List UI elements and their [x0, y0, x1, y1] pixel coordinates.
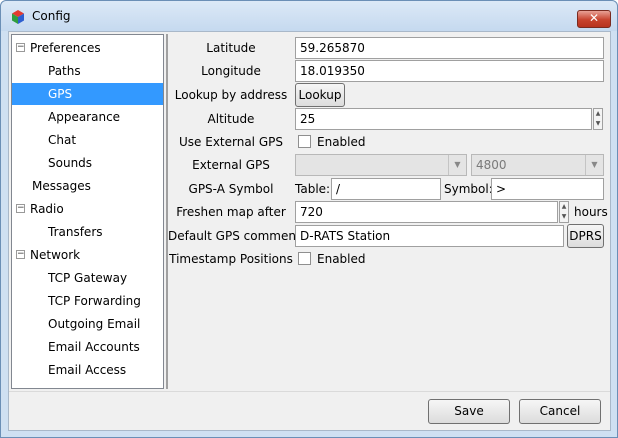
- timestamp-checkbox[interactable]: [298, 252, 311, 265]
- latitude-input[interactable]: 59.265870: [295, 37, 604, 59]
- gps-settings-form: Latitude 59.265870 Longitude 18.019350 L…: [168, 34, 608, 389]
- tree-item-label: Preferences: [30, 41, 101, 55]
- lookup-label: Lookup by address: [174, 88, 288, 102]
- tree-item-label: Transfers: [48, 225, 103, 239]
- tree-item-messages[interactable]: Messages: [32, 175, 163, 197]
- app-icon: [12, 10, 24, 24]
- tree-item-label: Radio: [30, 202, 64, 216]
- collapse-icon[interactable]: −: [16, 43, 25, 52]
- timestamp-check-label[interactable]: Enabled: [317, 248, 366, 270]
- window-title: Config: [32, 9, 71, 23]
- freshen-label: Freshen map after: [176, 205, 286, 219]
- symbol-input[interactable]: >: [491, 178, 604, 200]
- tree-item-radio[interactable]: Radio: [30, 198, 163, 220]
- tree-item-tcp-forwarding[interactable]: TCP Forwarding: [48, 290, 163, 312]
- tree-item-label: Paths: [48, 64, 81, 78]
- tree-item-email-accounts[interactable]: Email Accounts: [48, 336, 163, 358]
- spin-down-icon[interactable]: ▼: [594, 119, 602, 129]
- timestamp-label: Timestamp Positions: [169, 252, 293, 266]
- gps-symbol-label: GPS-A Symbol: [188, 182, 274, 196]
- tree-item-label: TCP Forwarding: [48, 294, 141, 308]
- tree-item-label: Network: [30, 248, 81, 262]
- external-gps-label: External GPS: [192, 158, 270, 172]
- tree-item-label: TCP Gateway: [48, 271, 128, 285]
- tree-item-network[interactable]: Network: [30, 244, 163, 266]
- spin-up-icon[interactable]: ▲: [594, 109, 602, 119]
- tree-item-transfers[interactable]: Transfers: [48, 221, 163, 243]
- use-external-gps-checkbox[interactable]: [298, 135, 311, 148]
- tree-item-sounds[interactable]: Sounds: [48, 152, 163, 174]
- tree-item-label: Sounds: [48, 156, 93, 170]
- chevron-down-icon: ▼: [585, 155, 603, 175]
- use-external-gps-check-label[interactable]: Enabled: [317, 131, 366, 153]
- latitude-label: Latitude: [206, 41, 256, 55]
- tree-item-label: Messages: [32, 179, 91, 193]
- baud-value: 4800: [476, 158, 507, 172]
- symbol-label: Symbol:: [444, 182, 493, 196]
- use-external-gps-label: Use External GPS: [179, 135, 283, 149]
- lookup-button[interactable]: Lookup: [295, 83, 345, 107]
- longitude-input[interactable]: 18.019350: [295, 60, 604, 82]
- dprs-button[interactable]: DPRS: [567, 224, 604, 248]
- external-gps-baud-select: 4800 ▼: [471, 154, 604, 176]
- chevron-down-icon: ▼: [448, 155, 466, 175]
- title-bar: Config ✕: [1, 1, 617, 31]
- spin-up-icon[interactable]: ▲: [560, 202, 568, 212]
- tree-item-tcp-gateway[interactable]: TCP Gateway: [48, 267, 163, 289]
- tree-item-gps[interactable]: GPS: [12, 83, 163, 105]
- gps-comment-input[interactable]: D-RATS Station: [295, 225, 564, 247]
- collapse-icon[interactable]: −: [16, 250, 25, 259]
- freshen-input[interactable]: 720: [295, 201, 558, 223]
- external-gps-port-select: ▼: [295, 154, 467, 176]
- tree-item-email-access[interactable]: Email Access: [48, 359, 163, 381]
- tree-item-appearance[interactable]: Appearance: [48, 106, 163, 128]
- table-label: Table:: [295, 182, 331, 196]
- tree-item-paths[interactable]: Paths: [48, 60, 163, 82]
- spin-down-icon[interactable]: ▼: [560, 212, 568, 222]
- freshen-spinner[interactable]: ▲ ▼: [559, 201, 569, 223]
- tree-item-label: Email Accounts: [48, 340, 140, 354]
- cancel-button[interactable]: Cancel: [519, 399, 601, 424]
- save-button[interactable]: Save: [428, 399, 510, 424]
- tree-item-label: Email Access: [48, 363, 127, 377]
- hours-label: hours: [574, 205, 608, 219]
- dialog-body: − Preferences Paths GPS Appearance Chat …: [8, 31, 611, 431]
- button-bar: Save Cancel: [9, 391, 610, 430]
- collapse-icon[interactable]: −: [16, 204, 25, 213]
- altitude-label: Altitude: [207, 112, 255, 126]
- tree-item-preferences[interactable]: Preferences: [30, 37, 163, 59]
- settings-tree: − Preferences Paths GPS Appearance Chat …: [11, 34, 164, 389]
- tree-item-label: Chat: [48, 133, 77, 147]
- altitude-spinner[interactable]: ▲ ▼: [593, 108, 603, 130]
- tree-item-label: Appearance: [48, 110, 121, 124]
- longitude-label: Longitude: [201, 64, 261, 78]
- gps-comment-label: Default GPS comment: [168, 229, 301, 243]
- tree-item-chat[interactable]: Chat: [48, 129, 163, 151]
- tree-item-label: GPS: [48, 87, 73, 101]
- symbol-table-input[interactable]: /: [331, 178, 441, 200]
- close-button[interactable]: ✕: [577, 10, 611, 28]
- config-window: Config ✕ − Preferences Paths GPS Appeara…: [0, 0, 618, 438]
- tree-item-outgoing-email[interactable]: Outgoing Email: [48, 313, 163, 335]
- tree-item-label: Outgoing Email: [48, 317, 141, 331]
- altitude-input[interactable]: 25: [295, 108, 592, 130]
